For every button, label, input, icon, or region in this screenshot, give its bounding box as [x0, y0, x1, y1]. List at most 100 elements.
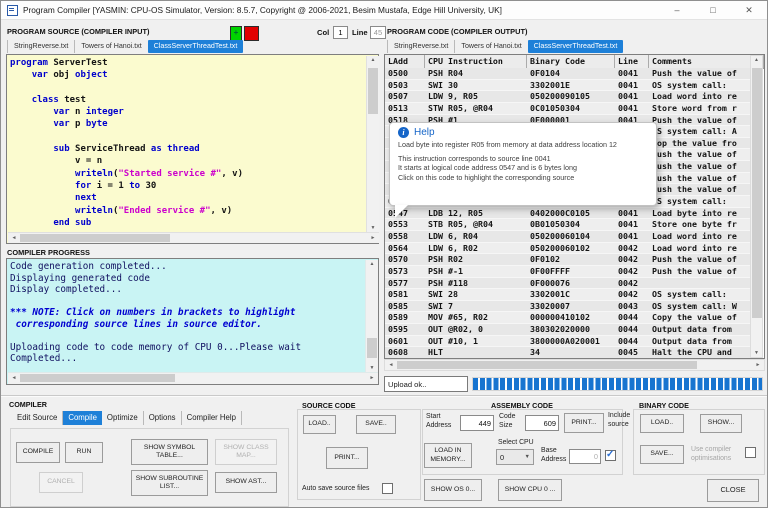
table-row[interactable]: 0547 LDB 12, R05 0402000C0105 0041 Load byte…	[385, 207, 751, 220]
auto-save-checkbox[interactable]	[382, 483, 393, 494]
minimize-icon[interactable]: –	[663, 3, 691, 17]
table-row[interactable]: 0558 LDW 6, R04 050200060104 0041 Load word …	[385, 230, 751, 243]
progress-line: Displaying generated code	[10, 272, 150, 284]
scroll-up-icon[interactable]: ▲	[366, 261, 378, 267]
source-tabs: StringReverse.txt Towers of Hanoi.txt Clas…	[7, 38, 244, 53]
tooltip-line: This instruction corresponds to source l…	[398, 154, 551, 164]
table-row[interactable]: 0585 SWI 7 33020007 0043 OS system call: W	[385, 300, 751, 313]
source-print-button[interactable]: PRINT...	[326, 447, 368, 469]
run-button[interactable]: RUN	[65, 442, 103, 463]
tooltip-line: Click on this code to highlight the corr…	[398, 172, 575, 182]
title-bar[interactable]: Program Compiler [YASMIN: CPU-OS Simulat…	[1, 1, 767, 20]
load-in-memory-button[interactable]: LOAD IN MEMORY...	[424, 443, 472, 468]
scroll-left-icon[interactable]: ◄	[9, 373, 19, 384]
compiler-tab-1[interactable]: Compile	[63, 411, 102, 425]
code-size-field[interactable]: 609	[525, 415, 559, 431]
help-tooltip: i Help Load byte into register R05 from …	[389, 122, 657, 218]
show-cpu-button[interactable]: SHOW CPU 0 ...	[498, 479, 562, 501]
editor-vertical-scrollbar[interactable]: ▲ ▼	[366, 56, 379, 232]
table-row[interactable]: 0581 SWI 28 3302001C 0042 OS system call:	[385, 289, 751, 301]
use-optimisations-checkbox[interactable]	[745, 447, 756, 458]
table-row[interactable]: 0570 PSH R02 0F0102 0042 Push the value of	[385, 254, 751, 266]
binary-show-button[interactable]: SHOW...	[700, 414, 742, 433]
scroll-right-icon[interactable]: ►	[368, 233, 378, 243]
compile-error-indicator-icon	[244, 26, 259, 41]
output-tab-0[interactable]: StringReverse.txt	[387, 40, 454, 53]
assembly-print-button[interactable]: PRINT...	[564, 413, 604, 433]
col-value-field[interactable]: 1	[333, 26, 348, 39]
table-row[interactable]: 0500 PSH R04 0F0104 0041 Push the value of	[385, 68, 751, 80]
close-button[interactable]: CLOSE	[707, 479, 759, 502]
select-cpu-label: Select CPU	[498, 439, 534, 446]
output-tab-2[interactable]: ClassServerThreadTest.txt	[527, 40, 624, 53]
binary-load-button[interactable]: LOAD..	[640, 414, 684, 433]
compiler-tabs: Edit Source Compile Optimize Options Compile…	[12, 411, 242, 425]
show-symbol-table-button[interactable]: SHOW SYMBOL TABLE...	[131, 439, 208, 465]
upload-progress-bar	[472, 377, 763, 391]
table-row[interactable]: 0513 STW R05, @R04 0C01050304 0041 Store wor…	[385, 102, 751, 115]
output-tabs: StringReverse.txt Towers of Hanoi.txt Clas…	[387, 38, 624, 53]
table-row[interactable]: 0608 HLT 34 0045 Halt the CPU and	[385, 347, 751, 358]
progress-line	[10, 296, 362, 308]
progress-horizontal-scrollbar[interactable]: ◄ ►	[8, 372, 378, 384]
table-row[interactable]: 0573 PSH #-1 0F00FFFF 0042 Push the value of	[385, 265, 751, 278]
info-icon: i	[398, 127, 409, 138]
compile-button[interactable]: COMPILE	[16, 442, 60, 463]
table-row[interactable]: 0577 PSH #118 0F000076 0042	[385, 277, 751, 290]
cpu-select-dropdown[interactable]: 0 ▼	[496, 449, 534, 465]
source-tab-0[interactable]: StringReverse.txt	[7, 40, 74, 53]
cancel-button[interactable]: CANCEL	[39, 472, 83, 493]
source-load-button[interactable]: LOAD..	[303, 415, 336, 434]
base-address-field[interactable]: 0	[569, 449, 601, 464]
progress-vertical-scrollbar[interactable]: ▲ ▼	[365, 260, 378, 372]
table-row[interactable]: 0564 LDW 6, R02 050200060102 0042 Load word …	[385, 242, 751, 255]
show-class-map-button[interactable]: SHOW CLASS MAP...	[215, 439, 277, 465]
table-row[interactable]: 0503 SWI 30 3302001E 0041 OS system call:	[385, 79, 751, 92]
scroll-left-icon[interactable]: ◄	[9, 233, 19, 243]
compiler-tab-4[interactable]: Compiler Help	[182, 411, 242, 425]
scroll-down-icon[interactable]: ▼	[366, 365, 378, 371]
line-value-field[interactable]: 45	[370, 26, 386, 39]
close-icon[interactable]: ✕	[735, 3, 763, 17]
scroll-left-icon[interactable]: ◄	[386, 360, 396, 370]
table-horizontal-scrollbar[interactable]: ◄ ►	[384, 359, 765, 371]
code-line: sub ServiceThread as thread	[53, 144, 200, 155]
scroll-down-icon[interactable]: ▼	[367, 225, 379, 231]
table-row[interactable]: 0595 OUT @R02, 0 380302020000 0044 Output da…	[385, 324, 751, 336]
base-address-checkbox[interactable]	[605, 449, 616, 461]
source-save-button[interactable]: SAVE..	[356, 415, 396, 434]
show-os-button[interactable]: SHOW OS 0...	[424, 479, 482, 501]
maximize-icon[interactable]: □	[699, 3, 727, 17]
compiler-tab-0[interactable]: Edit Source	[12, 411, 64, 425]
table-row[interactable]: 0507 LDW 9, R05 050200090105 0041 Load word …	[385, 91, 751, 103]
progress-line: Uploading code to code memory of CPU 0..…	[10, 341, 302, 353]
compiler-tab-2[interactable]: Optimize	[102, 411, 144, 425]
source-code-area[interactable]: program ServerTest var obj object class …	[7, 55, 368, 233]
progress-panel-header: COMPILER PROGRESS	[7, 248, 90, 257]
output-code-table[interactable]: LAdd CPU Instruction Binary Code Line Commen…	[384, 54, 765, 359]
scroll-down-icon[interactable]: ▼	[751, 350, 762, 356]
table-vertical-scrollbar[interactable]: ▲ ▼	[750, 55, 763, 358]
source-editor[interactable]: program ServerTest var obj object class …	[6, 54, 379, 244]
output-tab-1[interactable]: Towers of Hanoi.txt	[454, 40, 527, 53]
compiler-progress-box[interactable]: Code generation completed... Displaying g…	[6, 258, 379, 385]
scroll-up-icon[interactable]: ▲	[751, 57, 762, 63]
binary-save-button[interactable]: SAVE...	[640, 445, 684, 464]
progress-line: Display completed...	[10, 284, 122, 295]
table-row[interactable]: 0553 STB R05, @R04 0B01050304 0041 Store one…	[385, 219, 751, 231]
compiler-tab-3[interactable]: Options	[144, 411, 182, 425]
upload-status-field[interactable]: Upload ok..	[384, 376, 468, 392]
cpu-select-value: 0	[500, 452, 505, 462]
table-row[interactable]: 0589 MOV #65, R02 000000410102 0044 Copy the…	[385, 312, 751, 325]
show-ast-button[interactable]: SHOW AST...	[215, 472, 277, 493]
editor-horizontal-scrollbar[interactable]: ◄ ►	[8, 232, 379, 243]
show-subroutine-list-button[interactable]: SHOW SUBROUTINE LIST...	[131, 470, 208, 496]
scroll-right-icon[interactable]: ►	[367, 373, 377, 384]
source-tab-2[interactable]: ClassServerThreadTest.txt	[147, 40, 244, 53]
scroll-right-icon[interactable]: ►	[753, 360, 763, 370]
start-address-field[interactable]: 449	[460, 415, 494, 431]
table-row[interactable]: 0601 OUT #10, 1 3800000A020001 0044 Output d…	[385, 335, 751, 348]
source-tab-1[interactable]: Towers of Hanoi.txt	[74, 40, 147, 53]
scroll-up-icon[interactable]: ▲	[367, 57, 379, 63]
